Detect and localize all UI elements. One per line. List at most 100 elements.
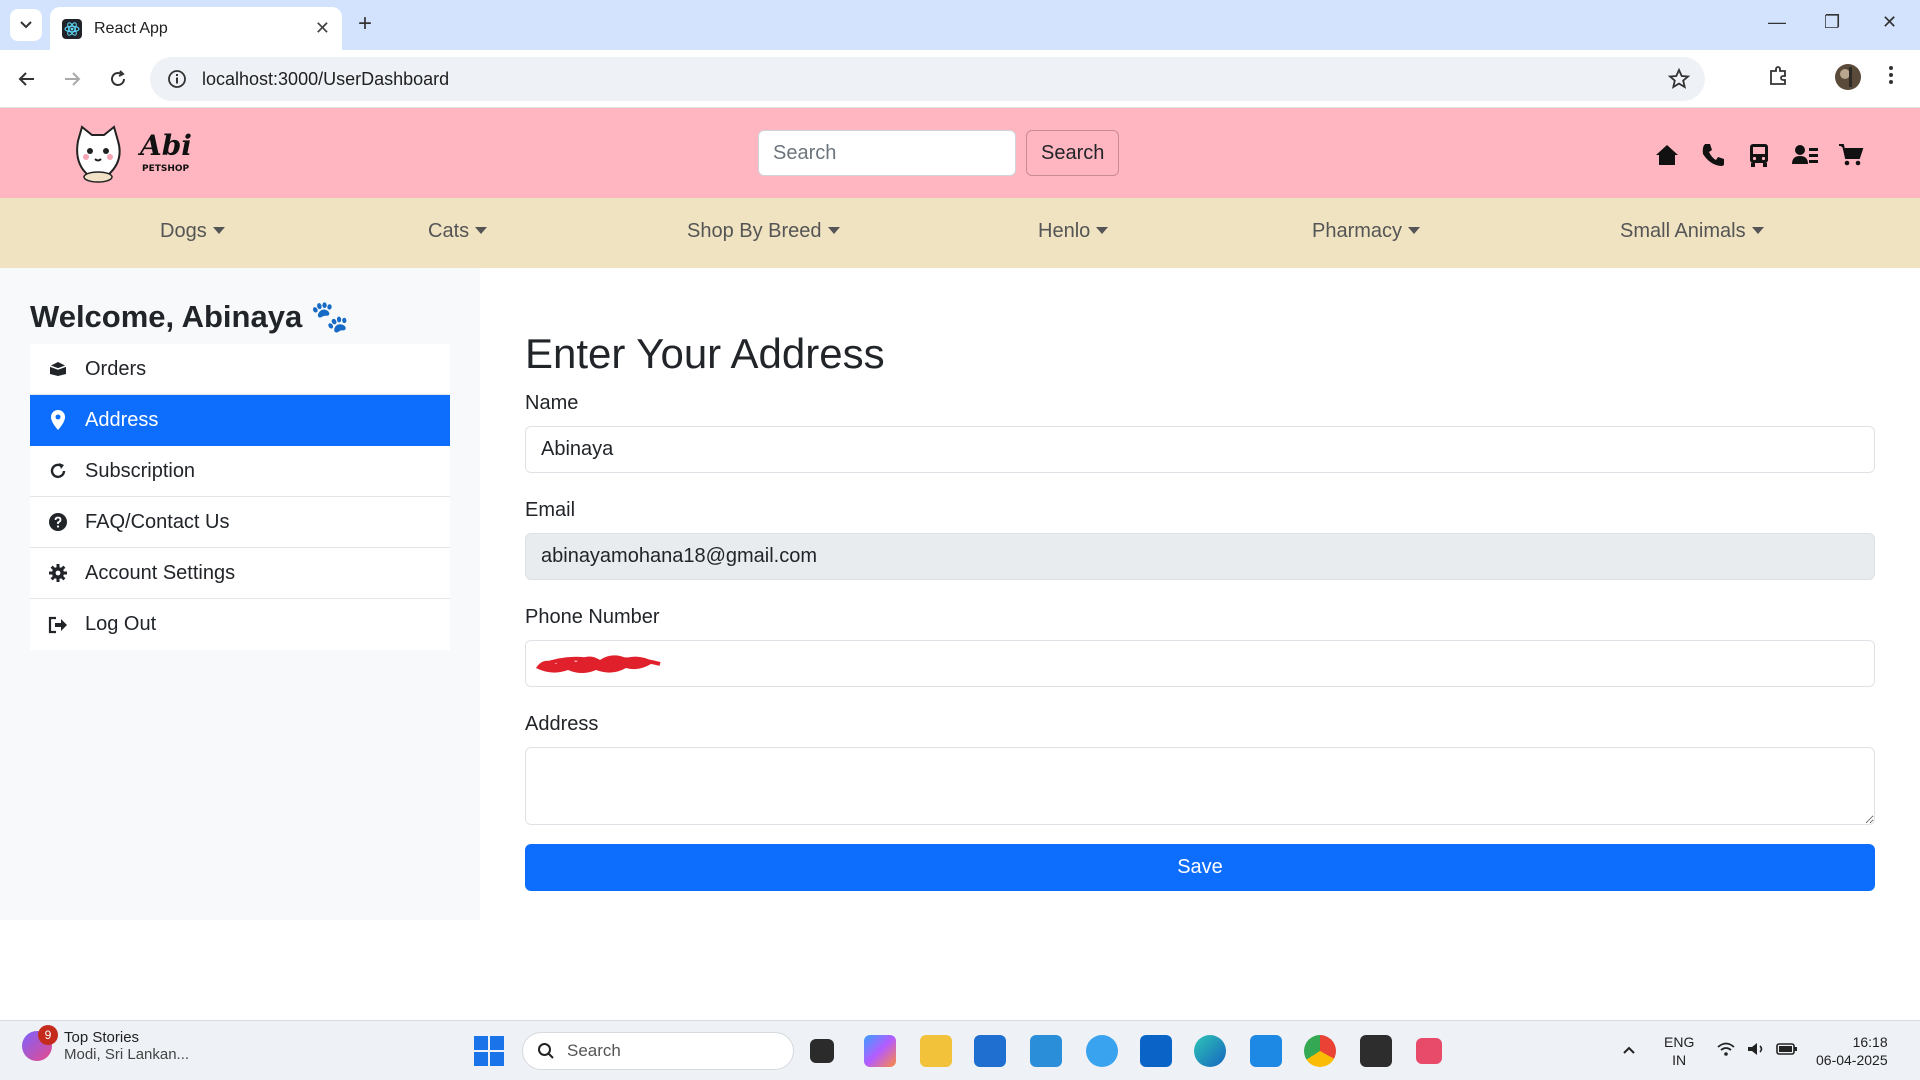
snipping-tool-icon[interactable] bbox=[1416, 1038, 1442, 1064]
user-list-icon[interactable] bbox=[1792, 142, 1818, 168]
reload-button[interactable] bbox=[103, 64, 133, 94]
clock[interactable]: 16:18 06-04-2025 bbox=[1816, 1033, 1888, 1069]
site-info-icon[interactable] bbox=[166, 68, 188, 90]
site-logo[interactable]: Abi PETSHOP bbox=[72, 121, 212, 185]
refresh-icon bbox=[48, 461, 68, 481]
news-badge: 9 bbox=[38, 1025, 58, 1045]
show-hidden-icons[interactable] bbox=[1622, 1041, 1636, 1059]
sidebar-item-address[interactable]: Address bbox=[30, 395, 450, 446]
start-button[interactable] bbox=[474, 1036, 504, 1066]
extensions-button[interactable] bbox=[1766, 64, 1790, 93]
taskbar-search[interactable]: Search bbox=[522, 1032, 794, 1070]
save-button[interactable]: Save bbox=[525, 844, 1875, 891]
redaction-scribble bbox=[536, 654, 661, 673]
logout-icon bbox=[48, 615, 68, 635]
forward-button[interactable] bbox=[57, 64, 87, 94]
outlook-icon[interactable] bbox=[1140, 1035, 1172, 1067]
phone-label: Phone Number bbox=[525, 606, 660, 628]
box-icon bbox=[48, 359, 68, 379]
back-button[interactable] bbox=[12, 64, 42, 94]
bus-icon[interactable] bbox=[1746, 142, 1772, 168]
sidebar-item-account-settings[interactable]: Account Settings bbox=[30, 548, 450, 599]
sidebar-item-logout[interactable]: Log Out bbox=[30, 599, 450, 650]
nav-small-animals[interactable]: Small Animals bbox=[1620, 220, 1764, 243]
sidebar-item-label: Address bbox=[85, 408, 159, 431]
address-bar[interactable]: localhost:3000/UserDashboard bbox=[150, 57, 1705, 101]
file-explorer-icon[interactable] bbox=[920, 1035, 952, 1067]
system-tray[interactable] bbox=[1716, 1041, 1798, 1057]
profile-avatar[interactable] bbox=[1834, 63, 1862, 96]
search-input[interactable] bbox=[758, 130, 1016, 176]
store-icon[interactable] bbox=[974, 1035, 1006, 1067]
name-field[interactable] bbox=[525, 426, 1875, 473]
phone-field[interactable] bbox=[525, 640, 1875, 687]
logo-wordmark: Abi bbox=[137, 129, 192, 162]
category-nav: Dogs Cats Shop By Breed Henlo Pharmacy S… bbox=[0, 198, 1920, 268]
language-indicator[interactable]: ENG IN bbox=[1664, 1033, 1694, 1069]
question-icon bbox=[48, 512, 68, 532]
edge-icon[interactable] bbox=[1194, 1035, 1226, 1067]
sidebar-item-label: Account Settings bbox=[85, 561, 236, 584]
phone-icon[interactable] bbox=[1700, 142, 1726, 168]
search-icon bbox=[538, 1043, 554, 1059]
address-textarea[interactable] bbox=[525, 747, 1875, 825]
logo-sub: PETSHOP bbox=[142, 164, 190, 174]
terminal-icon[interactable] bbox=[1360, 1035, 1392, 1067]
nav-dogs[interactable]: Dogs bbox=[160, 220, 225, 243]
copilot-icon[interactable] bbox=[864, 1035, 896, 1067]
cart-icon[interactable] bbox=[1838, 142, 1864, 168]
home-icon[interactable] bbox=[1654, 142, 1680, 168]
restore-button[interactable]: ❐ bbox=[1824, 12, 1840, 33]
nav-henlo[interactable]: Henlo bbox=[1038, 220, 1109, 243]
cat-logo-icon: Abi PETSHOP bbox=[76, 125, 192, 183]
arrow-right-icon bbox=[65, 72, 81, 86]
news-icon: 9 bbox=[22, 1025, 58, 1061]
gear-icon bbox=[48, 563, 68, 583]
avatar-icon bbox=[1835, 64, 1861, 90]
vscode-icon[interactable] bbox=[1250, 1035, 1282, 1067]
sidebar-item-label: FAQ/Contact Us bbox=[85, 510, 230, 533]
browser-tab[interactable]: React App ✕ bbox=[50, 7, 342, 50]
battery-icon bbox=[1776, 1043, 1797, 1055]
browser-tabstrip: React App ✕ + — ❐ ✕ bbox=[0, 0, 1920, 50]
help-app-icon[interactable] bbox=[1086, 1035, 1118, 1067]
os-taskbar: 9 Top Stories Modi, Sri Lankan... Search… bbox=[0, 1020, 1920, 1080]
mylip-app-icon[interactable] bbox=[1030, 1035, 1062, 1067]
caret-down-icon bbox=[827, 227, 840, 234]
caret-down-icon bbox=[212, 227, 225, 234]
news-widget[interactable]: 9 Top Stories Modi, Sri Lankan... bbox=[22, 1025, 190, 1063]
new-tab-button[interactable]: + bbox=[352, 12, 378, 38]
nav-pharmacy[interactable]: Pharmacy bbox=[1312, 220, 1421, 243]
sidebar-item-faq[interactable]: FAQ/Contact Us bbox=[30, 497, 450, 548]
menu-button[interactable] bbox=[1888, 64, 1894, 91]
sidebar-item-label: Orders bbox=[85, 357, 147, 380]
news-subtitle: Modi, Sri Lankan... bbox=[64, 1046, 190, 1063]
caret-down-icon bbox=[1408, 227, 1421, 234]
news-title: Top Stories bbox=[64, 1029, 140, 1046]
nav-cats[interactable]: Cats bbox=[428, 220, 488, 243]
search-button[interactable]: Search bbox=[1026, 130, 1120, 176]
puzzle-icon bbox=[1770, 66, 1786, 85]
nav-shop-by-breed[interactable]: Shop By Breed bbox=[687, 220, 840, 243]
caret-down-icon bbox=[475, 227, 488, 234]
bookmark-star-icon[interactable] bbox=[1667, 67, 1691, 91]
tab-close-icon[interactable]: ✕ bbox=[315, 18, 330, 39]
site-search: Search bbox=[758, 130, 1120, 176]
site-header: Abi PETSHOP Search bbox=[0, 108, 1920, 198]
name-label: Name bbox=[525, 392, 579, 414]
caret-down-icon bbox=[1751, 227, 1764, 234]
sidebar-item-subscription[interactable]: Subscription bbox=[30, 446, 450, 497]
tab-search-button[interactable] bbox=[10, 9, 42, 41]
page-title: Enter Your Address bbox=[525, 330, 885, 377]
browser-toolbar: localhost:3000/UserDashboard bbox=[0, 50, 1920, 108]
close-window-button[interactable]: ✕ bbox=[1882, 12, 1897, 33]
email-field bbox=[525, 533, 1875, 580]
arrow-left-icon bbox=[18, 72, 34, 86]
minimize-button[interactable]: — bbox=[1768, 12, 1786, 33]
sidebar-item-orders[interactable]: Orders bbox=[30, 344, 450, 395]
dashboard-sidebar: Welcome, Abinaya 🐾 Orders Address Subscr… bbox=[0, 268, 480, 920]
caret-down-icon bbox=[1096, 227, 1109, 234]
sidebar-item-label: Subscription bbox=[85, 459, 196, 482]
chrome-icon[interactable] bbox=[1304, 1035, 1336, 1067]
task-view-icon[interactable] bbox=[810, 1039, 834, 1063]
